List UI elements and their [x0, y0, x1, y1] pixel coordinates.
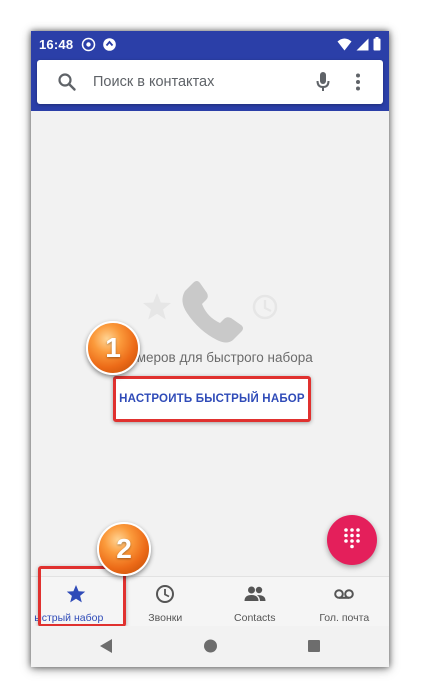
- nav-label-speed-dial: ыстрый набор: [34, 612, 104, 624]
- empty-state-text: омеров для быстрого набора: [129, 350, 313, 365]
- mic-icon[interactable]: [315, 71, 331, 98]
- nav-label-voicemail: Гол. почта: [319, 612, 370, 624]
- dialpad-icon: [343, 527, 361, 554]
- search-icon[interactable]: [57, 72, 77, 97]
- step-marker-1: 1: [86, 321, 140, 375]
- search-input[interactable]: Поиск в контактах: [93, 60, 214, 104]
- status-time: 16:48: [39, 37, 74, 52]
- search-bar[interactable]: Поиск в контактах: [37, 60, 383, 104]
- nav-item-contacts[interactable]: Contacts: [210, 577, 300, 627]
- nav-item-voicemail[interactable]: Гол. почта: [300, 577, 390, 627]
- wifi-icon: [337, 38, 352, 56]
- home-icon[interactable]: [203, 638, 218, 654]
- phone-screen: 16:48 Поиск в контактах омеров для быстр…: [31, 31, 389, 667]
- nav-item-calls[interactable]: Звонки: [121, 577, 211, 627]
- badge-icon: [81, 37, 96, 52]
- battery-icon: [373, 37, 381, 56]
- phone-icon: [182, 281, 243, 343]
- voicemail-icon: [333, 584, 355, 609]
- clock-icon: [155, 584, 175, 609]
- setup-speed-dial-button[interactable]: НАСТРОИТЬ БЫСТРЫЙ НАБОР: [113, 376, 311, 422]
- bottom-navigation: ыстрый набор Звонки Contacts Гол. почта: [31, 576, 389, 627]
- nav-item-speed-dial[interactable]: ыстрый набор: [31, 577, 121, 627]
- clock-icon: [252, 294, 278, 320]
- back-icon[interactable]: [99, 638, 113, 654]
- star-icon: [66, 584, 86, 609]
- step-marker-2: 2: [97, 522, 151, 576]
- status-icons-right: [337, 37, 381, 56]
- nav-label-contacts: Contacts: [234, 612, 276, 624]
- star-icon: [143, 293, 171, 320]
- signal-icon: [356, 38, 369, 56]
- system-navigation-bar: [31, 626, 389, 667]
- sync-icon: [102, 37, 117, 52]
- recents-icon[interactable]: [307, 638, 321, 654]
- dialpad-fab[interactable]: [327, 515, 377, 565]
- more-options-icon[interactable]: [355, 72, 361, 97]
- nav-label-calls: Звонки: [148, 612, 183, 624]
- people-icon: [244, 584, 266, 609]
- status-bar: 16:48: [31, 31, 389, 58]
- speed-dial-content: [31, 111, 389, 576]
